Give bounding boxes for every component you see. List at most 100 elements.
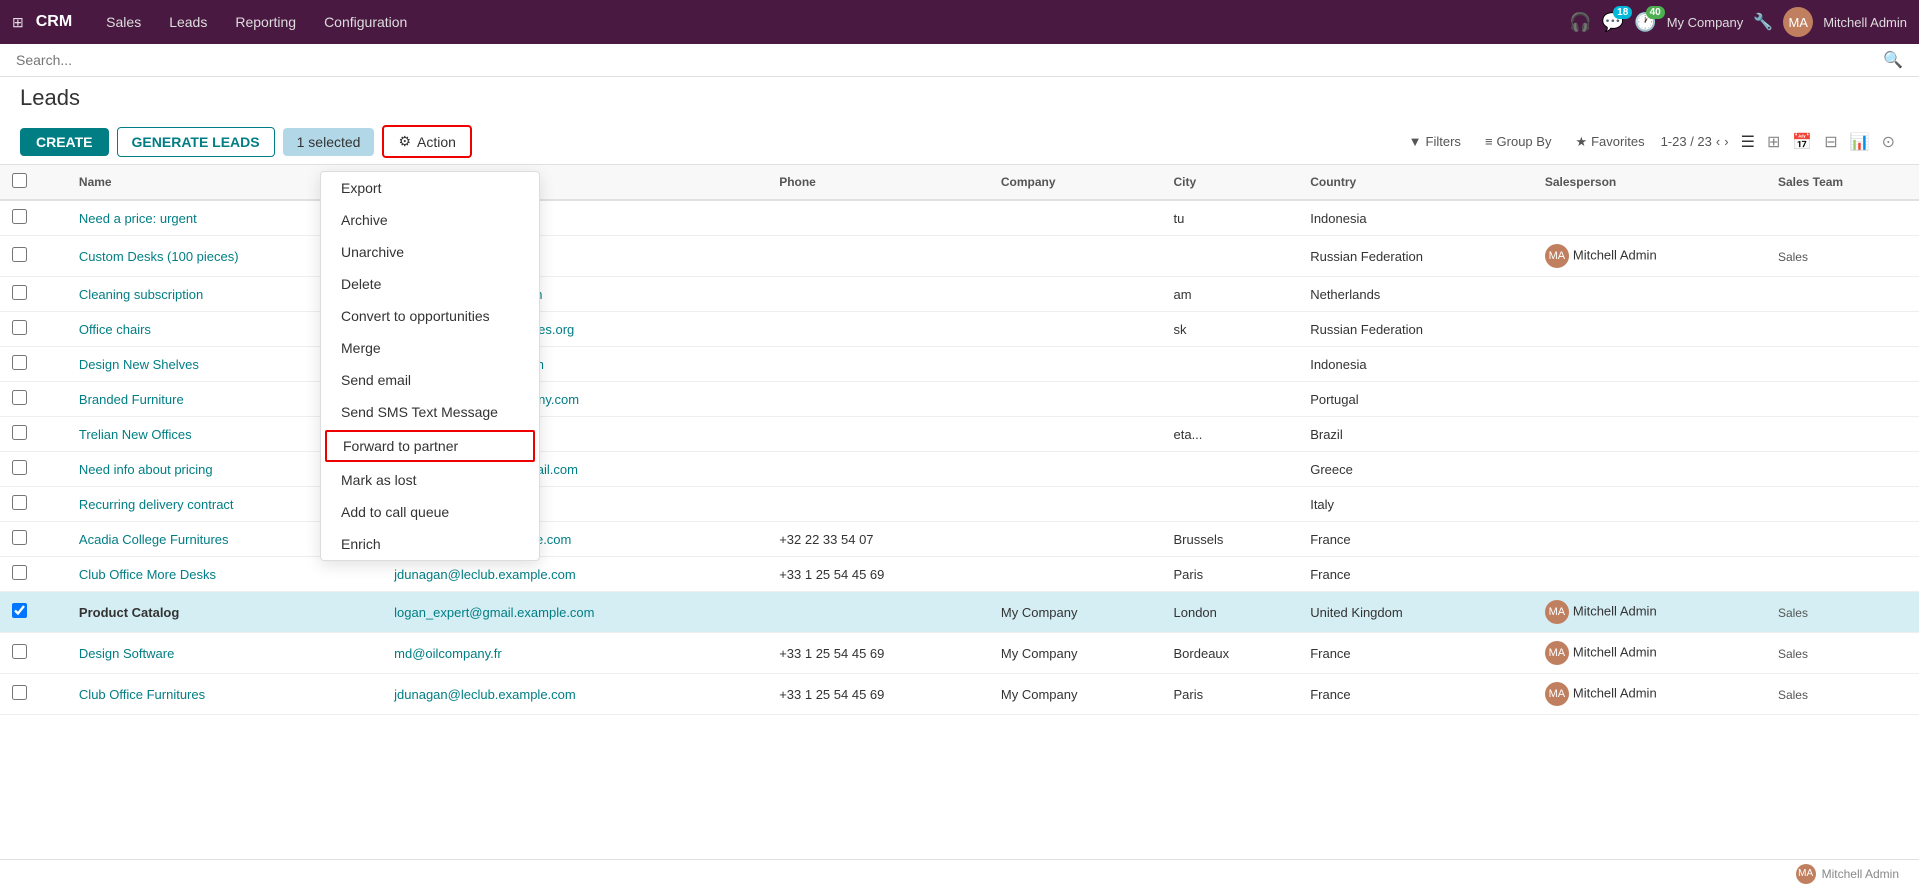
lead-name-link[interactable]: Need info about pricing	[79, 462, 213, 477]
row-email[interactable]: logan_expert@gmail.example.com	[382, 592, 767, 633]
row-checkbox[interactable]	[12, 390, 27, 405]
select-all-checkbox[interactable]	[12, 173, 27, 188]
row-checkbox[interactable]	[12, 285, 27, 300]
action-unarchive[interactable]: Unarchive	[321, 236, 539, 268]
action-convert[interactable]: Convert to opportunities	[321, 300, 539, 332]
header-checkbox[interactable]	[0, 165, 67, 200]
row-checkbox[interactable]	[12, 565, 27, 580]
lead-name-link[interactable]: Trelian New Offices	[79, 427, 192, 442]
lead-name-link[interactable]: Need a price: urgent	[79, 211, 197, 226]
action-archive[interactable]: Archive	[321, 204, 539, 236]
pagination-prev[interactable]: ‹	[1716, 134, 1720, 149]
row-checkbox-cell[interactable]	[0, 487, 67, 522]
favorites-button[interactable]: ★ Favorites	[1567, 130, 1652, 154]
row-checkbox-cell[interactable]	[0, 277, 67, 312]
user-avatar[interactable]: MA	[1783, 7, 1813, 37]
row-checkbox-cell[interactable]	[0, 522, 67, 557]
action-send-email[interactable]: Send email	[321, 364, 539, 396]
action-forward-to-partner[interactable]: Forward to partner	[325, 430, 535, 462]
row-name[interactable]: Club Office More Desks	[67, 557, 382, 592]
nav-sales[interactable]: Sales	[92, 0, 155, 44]
action-button[interactable]: ⚙ Action	[382, 125, 471, 158]
lead-email-link[interactable]: md@oilcompany.fr	[394, 646, 502, 661]
kanban-view-icon[interactable]: ⊞	[1763, 130, 1784, 154]
action-merge[interactable]: Merge	[321, 332, 539, 364]
lead-email-link[interactable]: jdunagan@leclub.example.com	[394, 567, 576, 582]
action-enrich[interactable]: Enrich	[321, 528, 539, 560]
nav-configuration[interactable]: Configuration	[310, 0, 421, 44]
lead-name-link[interactable]: Design New Shelves	[79, 357, 199, 372]
lead-email-link[interactable]: jdunagan@leclub.example.com	[394, 687, 576, 702]
row-checkbox-cell[interactable]	[0, 417, 67, 452]
lead-name-link[interactable]: Club Office More Desks	[79, 567, 216, 582]
company-name[interactable]: My Company	[1667, 15, 1744, 30]
row-checkbox[interactable]	[12, 495, 27, 510]
row-name[interactable]: Club Office Furnitures	[67, 674, 382, 715]
nav-reporting[interactable]: Reporting	[221, 0, 310, 44]
pagination-next[interactable]: ›	[1724, 134, 1728, 149]
apps-icon[interactable]: ⊞	[12, 14, 24, 31]
search-icon[interactable]: 🔍	[1883, 50, 1903, 70]
row-checkbox[interactable]	[12, 530, 27, 545]
row-checkbox-cell[interactable]	[0, 592, 67, 633]
header-country[interactable]: Country	[1298, 165, 1533, 200]
action-add-call-queue[interactable]: Add to call queue	[321, 496, 539, 528]
header-company[interactable]: Company	[989, 165, 1162, 200]
row-email[interactable]: jdunagan@leclub.example.com	[382, 674, 767, 715]
row-checkbox-cell[interactable]	[0, 312, 67, 347]
lead-name-link[interactable]: Design Software	[79, 646, 174, 661]
row-checkbox-cell[interactable]	[0, 200, 67, 236]
user-name[interactable]: Mitchell Admin	[1823, 15, 1907, 30]
row-checkbox[interactable]	[12, 320, 27, 335]
row-checkbox-cell[interactable]	[0, 557, 67, 592]
row-checkbox[interactable]	[12, 460, 27, 475]
row-checkbox[interactable]	[12, 644, 27, 659]
lead-name-link[interactable]: Product Catalog	[79, 605, 179, 620]
lead-name-link[interactable]: Club Office Furnitures	[79, 687, 205, 702]
action-export[interactable]: Export	[321, 172, 539, 204]
action-delete[interactable]: Delete	[321, 268, 539, 300]
row-email[interactable]: md@oilcompany.fr	[382, 633, 767, 674]
list-view-icon[interactable]: ☰	[1737, 130, 1759, 154]
search-input[interactable]	[16, 52, 1883, 68]
filters-button[interactable]: ▼ Filters	[1401, 130, 1469, 153]
groupby-button[interactable]: ≡ Group By	[1477, 130, 1560, 153]
settings-icon[interactable]: 🔧	[1753, 12, 1773, 32]
row-checkbox-cell[interactable]	[0, 347, 67, 382]
row-checkbox-cell[interactable]	[0, 674, 67, 715]
row-email[interactable]: jdunagan@leclub.example.com	[382, 557, 767, 592]
helpdesk-icon[interactable]: 🎧	[1569, 12, 1591, 33]
lead-name-link[interactable]: Acadia College Furnitures	[79, 532, 229, 547]
create-button[interactable]: CREATE	[20, 128, 109, 156]
action-mark-lost[interactable]: Mark as lost	[321, 464, 539, 496]
row-checkbox[interactable]	[12, 209, 27, 224]
calendar-view-icon[interactable]: 📅	[1788, 130, 1816, 154]
header-team[interactable]: Sales Team	[1766, 165, 1919, 200]
lead-name-link[interactable]: Custom Desks (100 pieces)	[79, 249, 239, 264]
row-checkbox[interactable]	[12, 247, 27, 262]
row-checkbox[interactable]	[12, 603, 27, 618]
action-send-sms[interactable]: Send SMS Text Message	[321, 396, 539, 428]
app-brand[interactable]: CRM	[36, 13, 72, 31]
lead-name-link[interactable]: Cleaning subscription	[79, 287, 203, 302]
row-name[interactable]: Product Catalog	[67, 592, 382, 633]
chat-icon[interactable]: 💬 18	[1602, 12, 1624, 33]
lead-name-link[interactable]: Recurring delivery contract	[79, 497, 234, 512]
nav-leads[interactable]: Leads	[155, 0, 221, 44]
row-checkbox-cell[interactable]	[0, 452, 67, 487]
graph-view-icon[interactable]: 📊	[1846, 130, 1874, 154]
row-checkbox[interactable]	[12, 355, 27, 370]
generate-leads-button[interactable]: GENERATE LEADS	[117, 127, 275, 157]
row-checkbox[interactable]	[12, 425, 27, 440]
header-phone[interactable]: Phone	[767, 165, 989, 200]
lead-name-link[interactable]: Office chairs	[79, 322, 151, 337]
pivot-view-icon[interactable]: ⊟	[1820, 130, 1841, 154]
row-name[interactable]: Design Software	[67, 633, 382, 674]
row-checkbox-cell[interactable]	[0, 236, 67, 277]
header-salesperson[interactable]: Salesperson	[1533, 165, 1766, 200]
lead-email-link[interactable]: logan_expert@gmail.example.com	[394, 605, 594, 620]
lead-name-link[interactable]: Branded Furniture	[79, 392, 184, 407]
activity-view-icon[interactable]: ⊙	[1878, 130, 1899, 154]
selected-button[interactable]: 1 selected	[283, 128, 375, 156]
header-city[interactable]: City	[1162, 165, 1299, 200]
